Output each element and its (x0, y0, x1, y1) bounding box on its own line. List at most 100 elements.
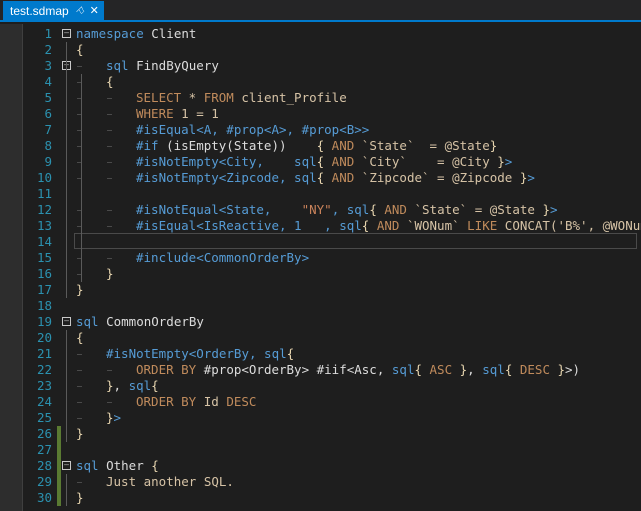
code-line[interactable]: 16} (0, 266, 641, 282)
indent-guide (107, 370, 112, 371)
code-line[interactable]: 7 #isEqual<A, #prop<A>, #prop<B>> (0, 122, 641, 138)
code-token: { (76, 42, 84, 57)
code-line[interactable]: 4{ (0, 74, 641, 90)
fold-guide-line (66, 474, 67, 506)
line-number: 27 (0, 442, 52, 458)
code-text: WHERE 1 = 1 (136, 106, 219, 122)
code-text: sql Other { (76, 458, 159, 474)
code-token: #isNotEqual<State, (136, 202, 302, 217)
indent-guide (77, 402, 82, 403)
indent-guide (77, 66, 82, 67)
code-token: { (287, 346, 295, 361)
tab-strip: test.sdmap ⚐ ✕ (0, 0, 641, 22)
code-line[interactable]: 3sql FindByQuery (0, 58, 641, 74)
code-line[interactable]: 6 WHERE 1 = 1 (0, 106, 641, 122)
line-number: 12 (0, 202, 52, 218)
code-token: } (106, 410, 114, 425)
code-text: } (76, 490, 84, 506)
close-icon[interactable]: ✕ (90, 1, 99, 21)
indent-guide (107, 226, 112, 227)
code-line[interactable]: 11 (0, 186, 641, 202)
code-token: sql (482, 362, 505, 377)
code-line[interactable]: 1namespace Client (0, 26, 641, 42)
code-token: ORDER BY (136, 394, 196, 409)
code-token: `State` = @State (354, 138, 489, 153)
code-token: { (414, 362, 422, 377)
code-token: 1 = 1 (174, 106, 219, 121)
tab-test-sdmap[interactable]: test.sdmap ⚐ ✕ (3, 1, 104, 21)
code-token: > (550, 202, 558, 217)
code-token: #include<CommonOrderBy> (136, 250, 309, 265)
code-line[interactable]: 26} (0, 426, 641, 442)
code-text: ORDER BY Id DESC (136, 394, 256, 410)
indent-guide (77, 482, 82, 483)
fold-toggle-icon[interactable] (62, 461, 71, 470)
code-line[interactable]: 12#isNotEqual<State, "NY", sql{ AND `Sta… (0, 202, 641, 218)
code-line[interactable]: 28sql Other { (0, 458, 641, 474)
code-token: { (151, 458, 159, 473)
code-line[interactable]: 21#isNotEmpty<OrderBy, sql{ (0, 346, 641, 362)
code-text: }> (106, 410, 121, 426)
code-text: } (106, 266, 114, 282)
code-line[interactable]: 19sql CommonOrderBy (0, 314, 641, 330)
code-editor[interactable]: 1namespace Client2{3sql FindByQuery4{5SE… (0, 24, 641, 511)
code-line[interactable]: 9#isNotEmpty<City, sql{ AND `City` = @Ci… (0, 154, 641, 170)
indent-guide (107, 130, 112, 131)
fold-toggle-icon[interactable] (62, 29, 71, 38)
line-number: 20 (0, 330, 52, 346)
code-token: Client (144, 26, 197, 41)
code-token: `State` = @State (407, 202, 542, 217)
code-line[interactable]: 18 (0, 298, 641, 314)
code-line[interactable]: 24ORDER BY Id DESC (0, 394, 641, 410)
code-line[interactable]: 25}> (0, 410, 641, 426)
line-number: 26 (0, 426, 52, 442)
code-text: #include<CommonOrderBy> (136, 250, 309, 266)
code-text: { (76, 42, 84, 58)
code-line[interactable]: 5SELECT * FROM client_Profile (0, 90, 641, 106)
line-number: 6 (0, 106, 52, 122)
code-token: } (76, 490, 84, 505)
line-number: 18 (0, 298, 52, 314)
line-number: 13 (0, 218, 52, 234)
code-line[interactable]: 8 #if (isEmpty(State)) { AND `State` = @S… (0, 138, 641, 154)
code-token: `City` = @City (354, 154, 497, 169)
code-line[interactable]: 30} (0, 490, 641, 506)
code-token: "NY" (302, 202, 332, 217)
code-line[interactable]: 13#isEqual<IsReactive, 1 , sql{ AND `WON… (0, 218, 641, 234)
code-line[interactable]: 22ORDER BY #prop<OrderBy> #iif<Asc, sql{… (0, 362, 641, 378)
code-token: WHERE (136, 106, 174, 121)
code-text: #isNotEmpty<Zipcode, sql{ AND `Zipcode` … (136, 170, 535, 186)
code-line[interactable]: 10#isNotEmpty<Zipcode, sql{ AND `Zipcode… (0, 170, 641, 186)
line-number: 8 (0, 138, 52, 154)
code-token: > (505, 154, 513, 169)
line-number: 4 (0, 74, 52, 90)
code-line[interactable]: 2{ (0, 42, 641, 58)
tab-title: test.sdmap (10, 1, 69, 21)
code-token: sql (76, 458, 99, 473)
code-line[interactable]: 27 (0, 442, 641, 458)
pin-icon[interactable]: ⚐ (75, 1, 84, 22)
code-text: { (106, 74, 114, 90)
code-token: ASC (422, 362, 460, 377)
code-text: #isNotEmpty<OrderBy, sql{ (106, 346, 294, 362)
code-token: , sql (332, 202, 370, 217)
code-token: } (106, 378, 114, 393)
fold-toggle-icon[interactable] (62, 317, 71, 326)
code-token: client_Profile (234, 90, 347, 105)
indent-guide (107, 210, 112, 211)
code-token: AND (377, 202, 407, 217)
fold-guide-line (66, 330, 67, 442)
code-token: namespace (76, 26, 144, 41)
code-line[interactable]: 29Just another SQL. (0, 474, 641, 490)
code-token: SELECT (136, 90, 181, 105)
code-text: #isEqual<A, #prop<A>, #prop<B>> (136, 122, 369, 138)
code-text: #if (isEmpty(State)) { AND `State` = @St… (136, 138, 497, 154)
code-token: AND (369, 218, 399, 233)
code-line[interactable]: 14 (0, 234, 641, 250)
code-line[interactable]: 20{ (0, 330, 641, 346)
code-token: } (76, 426, 84, 441)
code-line[interactable]: 17} (0, 282, 641, 298)
code-line[interactable]: 23}, sql{ (0, 378, 641, 394)
code-line[interactable]: 15#include<CommonOrderBy> (0, 250, 641, 266)
line-number: 7 (0, 122, 52, 138)
